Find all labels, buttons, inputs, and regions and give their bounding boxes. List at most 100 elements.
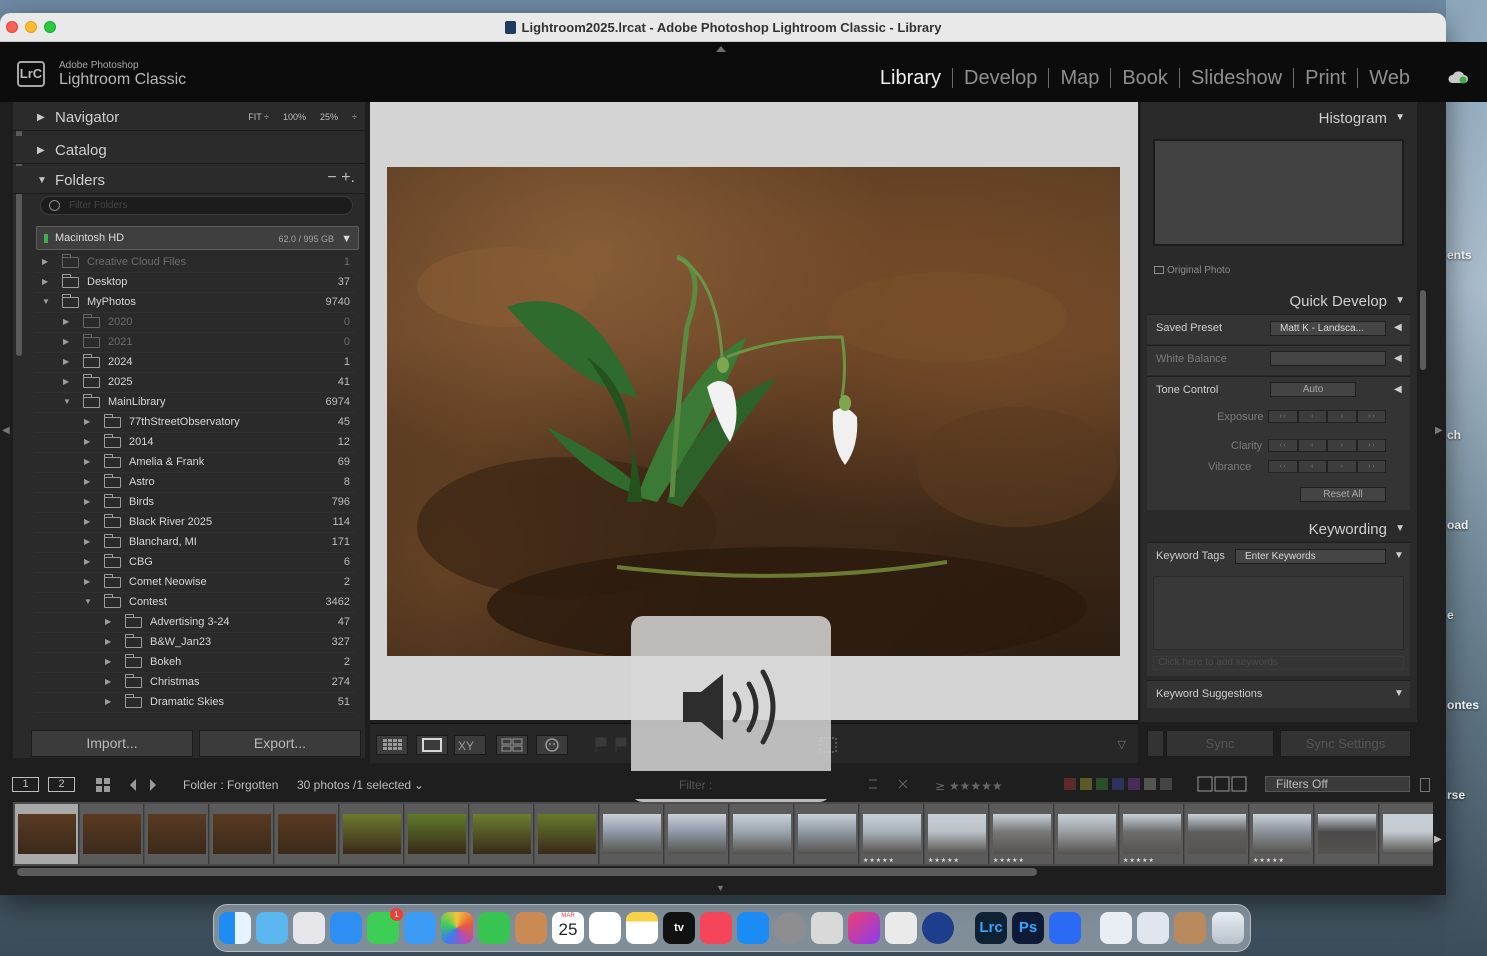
photoshop-icon[interactable]: Ps [1012,912,1044,944]
export-button[interactable]: Export... [199,730,361,757]
filmstrip-thumbnail[interactable] [210,804,274,864]
iphone-mirroring-icon[interactable] [885,912,917,944]
folder-row[interactable]: ▶ Creative Cloud Files 1 [34,253,354,273]
filmstrip-thumbnail[interactable] [470,804,534,864]
calendar-icon[interactable]: MAR 25 [552,912,584,944]
sync-toggle-switch[interactable] [1147,730,1164,757]
expand-triangle-icon[interactable]: ▶ [84,577,90,586]
chevron-down-icon[interactable]: ▼ [1394,550,1404,561]
folder-row[interactable]: ▶ Blanchard, MI 171 [34,533,354,553]
expand-triangle-icon[interactable]: ▶ [105,617,111,626]
module-develop[interactable]: Develop [953,68,1050,88]
filmstrip-thumbnail[interactable] [275,804,339,864]
folder-row[interactable]: ▼ Contest 3462 [34,593,354,613]
expand-left-triangle-icon[interactable]: ◀ [1394,353,1402,364]
keywording-header[interactable]: Keywording ▼ [1145,516,1411,542]
filmstrip-right-arrow-icon[interactable]: ▶ [1434,834,1442,845]
music-icon[interactable] [700,912,732,944]
keyword-tags-select[interactable]: Enter Keywords [1235,549,1386,564]
sync-settings-button[interactable]: Sync Settings [1280,730,1411,757]
filmstrip-thumbnail[interactable]: ★★★★★ [1120,804,1184,864]
chevron-down-icon[interactable]: ▼ [1394,688,1404,699]
keyword-suggestions-section[interactable]: Keyword Suggestions ▼ [1147,680,1410,708]
compare-view-button[interactable]: XY [454,735,486,755]
chevron-down-icon[interactable]: ⌄ [414,778,424,792]
right-panel-toggle-icon[interactable]: ▶ [1435,425,1443,436]
folder-source-label[interactable]: Folder : Forgotten [183,778,278,792]
expand-triangle-icon[interactable]: ▶ [63,377,69,386]
volume-macintosh-hd[interactable]: Macintosh HD 62.0 / 995 GB ▼ [36,226,359,250]
filmstrip-thumbnail[interactable]: ★★★★★ [860,804,924,864]
folder-row[interactable]: ▼ MainLibrary 6974 [34,393,354,413]
expand-triangle-icon[interactable]: ▶ [63,317,69,326]
reminders-icon[interactable] [589,912,621,944]
contacts-icon[interactable] [515,912,547,944]
secondary-window-button[interactable]: 2 [48,777,75,792]
filmstrip-thumbnail[interactable] [665,804,729,864]
filmstrip-thumbnail[interactable] [15,804,79,864]
folder-row[interactable]: ▶ Comet Neowise 2 [34,573,354,593]
people-view-button[interactable] [536,735,568,755]
lightroom-classic-icon[interactable]: Lrc [975,912,1007,944]
import-button[interactable]: Import... [31,730,193,757]
checkbox-icon[interactable] [1154,266,1164,274]
filmstrip-thumbnail[interactable] [1315,804,1379,864]
auto-tone-button[interactable]: Auto [1270,382,1356,397]
expand-triangle-icon[interactable]: ▶ [84,437,90,446]
histogram-header[interactable]: Histogram ▼ [1145,105,1411,131]
module-map[interactable]: Map [1049,68,1112,88]
safari-icon[interactable] [330,912,362,944]
folder-row[interactable]: ▶ 2024 1 [34,353,354,373]
system-settings-icon[interactable] [774,912,806,944]
folder-row[interactable]: ▶ CBG 6 [34,553,354,573]
expand-triangle-icon[interactable]: ▶ [105,697,111,706]
navigator-header[interactable]: ▶ Navigator FIT ÷ 100% 25% ÷ [13,103,365,131]
catalog-header[interactable]: ▶ Catalog [13,136,365,164]
exposure-stepper[interactable]: ‹ ‹ ‹ › › › [1268,410,1386,423]
filmstrip-thumbnail[interactable] [80,804,144,864]
collapse-triangle-icon[interactable]: ▼ [84,597,92,606]
folder-row[interactable]: ▶ 2020 0 [34,313,354,333]
folder-row[interactable]: ▶ Dramatic Skies 51 [34,693,354,713]
navigator-zoom-options[interactable]: FIT ÷ 100% 25% ÷ [234,112,357,122]
expand-triangle-icon[interactable]: ▶ [84,477,90,486]
folder-row[interactable]: ▶ Black River 2025 114 [34,513,354,533]
expand-triangle-icon[interactable]: ▶ [84,497,90,506]
add-keywords-input[interactable]: Click here to add keywords [1153,656,1404,670]
grid-view-button[interactable] [376,735,408,755]
filmstrip-thumbnail[interactable]: ★★★★★ [925,804,989,864]
filter-lock-icon[interactable] [1420,778,1430,792]
apple-tv-icon[interactable]: tv [663,912,695,944]
flag-icon[interactable] [592,736,632,754]
filmstrip-scrollbar[interactable] [17,868,1037,876]
filters-select[interactable]: Filters Off [1265,776,1410,792]
image-stack-icon[interactable] [1174,912,1206,944]
top-panel-toggle-icon[interactable] [716,46,726,52]
original-photo-toggle[interactable]: Original Photo [1154,265,1230,276]
right-panel-scrollbar[interactable] [1420,290,1426,370]
folders-add-remove[interactable]: − +. [327,169,355,187]
white-balance-select[interactable] [1270,351,1386,366]
document-stack-icon[interactable] [1100,912,1132,944]
grid-nav-icons[interactable] [96,777,160,793]
folder-row[interactable]: ▶ 2014 12 [34,433,354,453]
module-library[interactable]: Library [869,68,954,88]
expand-triangle-icon[interactable]: ▶ [84,537,90,546]
bottom-panel-toggle-icon[interactable]: ▼ [716,883,725,893]
expand-triangle-icon[interactable]: ▶ [63,337,69,346]
folder-row[interactable]: ▶ Amelia & Frank 69 [34,453,354,473]
keyword-list-box[interactable] [1153,576,1404,650]
title-bar[interactable]: Lightroom2025.lrcat - Adobe Photoshop Li… [0,13,1446,42]
folder-row[interactable]: ▶ 77thStreetObservatory 45 [34,413,354,433]
expand-triangle-icon[interactable]: ▶ [63,357,69,366]
expand-triangle-icon[interactable]: ▶ [84,417,90,426]
collapse-triangle-icon[interactable]: ▼ [42,297,50,306]
launchpad-icon[interactable] [293,912,325,944]
arc-icon[interactable] [1049,912,1081,944]
kind-filter-icons[interactable] [1197,776,1249,792]
expand-triangle-icon[interactable]: ▶ [42,257,48,266]
expand-left-triangle-icon[interactable]: ◀ [1394,322,1402,333]
folder-row[interactable]: ▶ Advertising 3-24 47 [34,613,354,633]
filmstrip-thumbnail[interactable]: ★★★★★ [990,804,1054,864]
module-print[interactable]: Print [1294,68,1359,88]
